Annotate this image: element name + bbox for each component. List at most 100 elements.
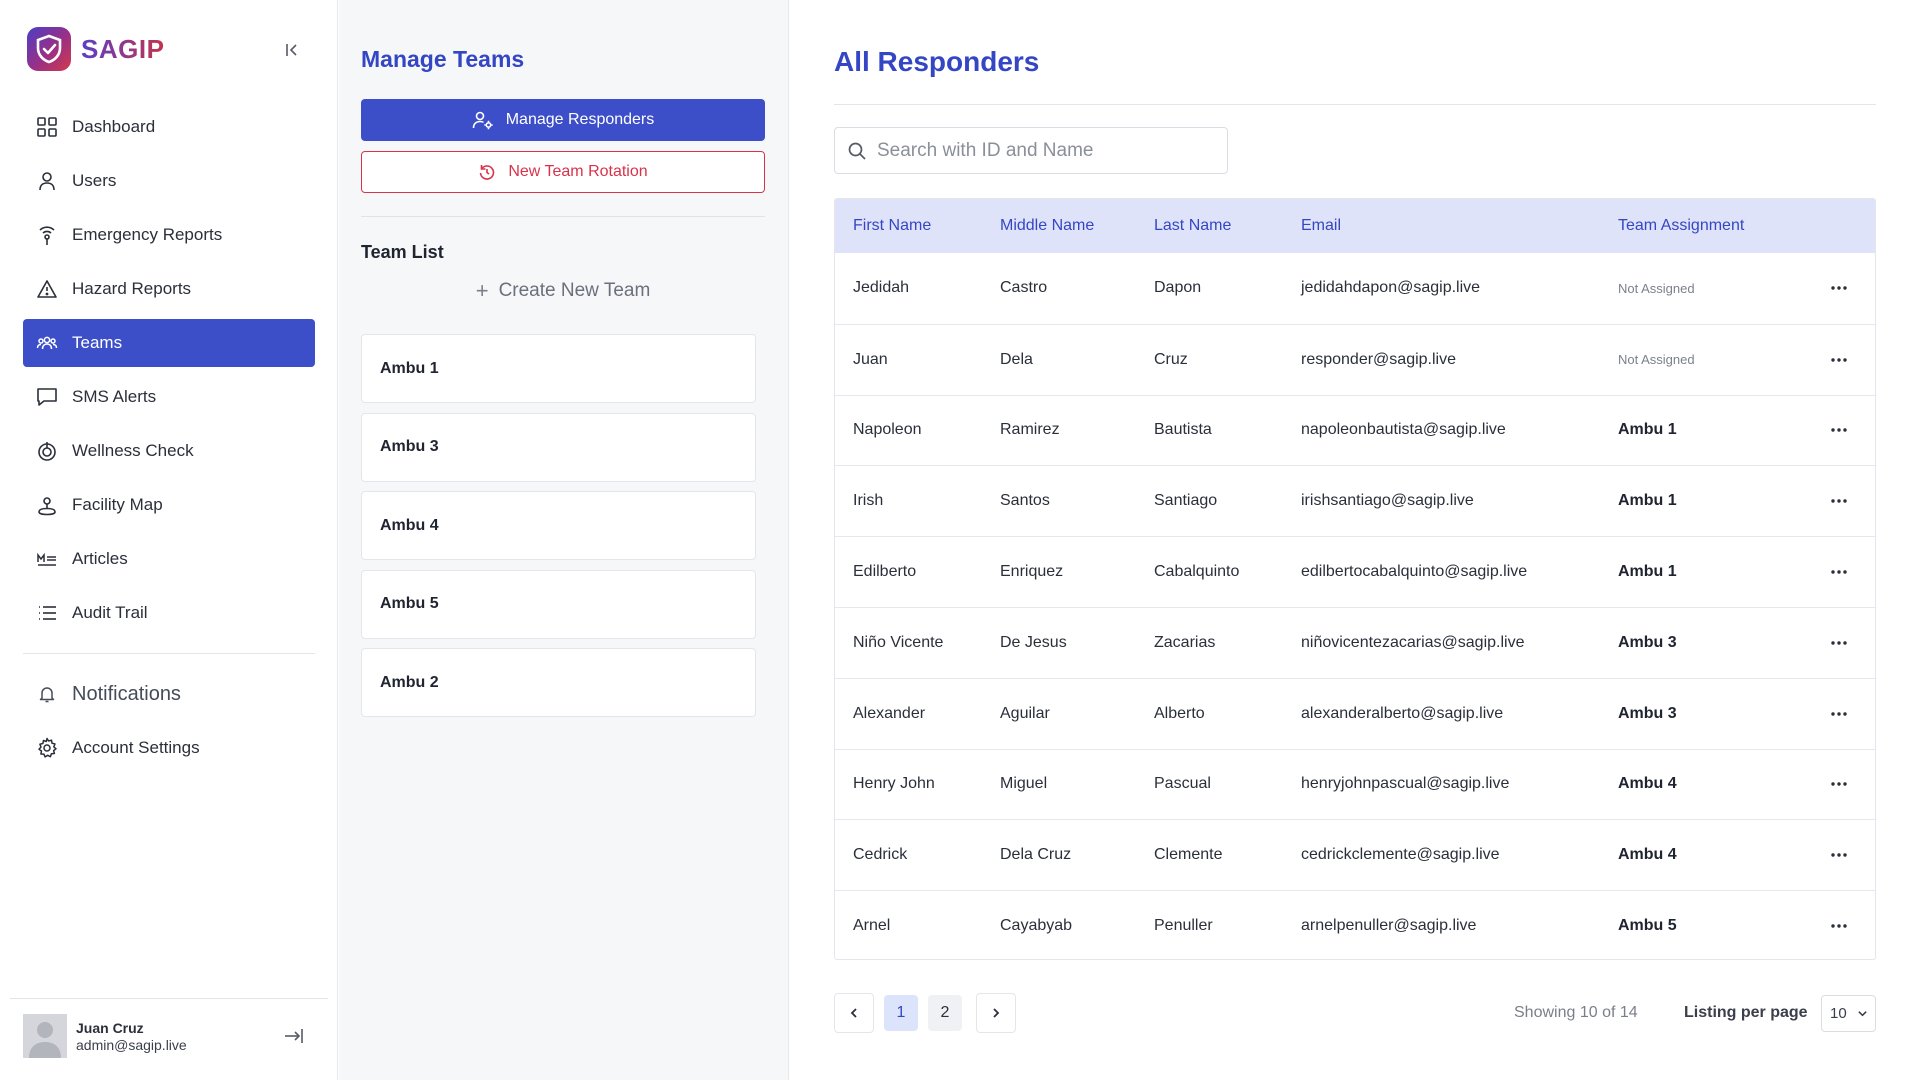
last-name-cell: Santiago	[1154, 492, 1218, 510]
email-cell: alexanderalberto@sagip.live	[1301, 704, 1504, 722]
create-new-team-button[interactable]: + Create New Team	[361, 276, 765, 306]
user-icon	[35, 169, 59, 193]
last-name-cell: Pascual	[1154, 775, 1211, 793]
search-input[interactable]	[877, 139, 1217, 162]
column-header-middle-name[interactable]: Middle Name	[1000, 217, 1094, 235]
shield-logo-icon	[27, 27, 71, 71]
sidebar-nav: Dashboard Users Emergency Reports Hazard…	[23, 103, 315, 643]
table-row[interactable]: Niño Vicente De Jesus Zacarias niñovicentez…	[835, 606, 1875, 678]
table-row[interactable]: Edilberto Enriquez Cabalquinto edilbertocab…	[835, 536, 1875, 607]
sidebar-item-facility-map[interactable]: Facility Map	[23, 481, 315, 529]
team-card[interactable]: Ambu 4	[361, 491, 756, 560]
responders-table: First Name Middle Name Last Name Email T…	[834, 198, 1876, 960]
column-header-first-name[interactable]: First Name	[853, 217, 931, 235]
sidebar-item-users[interactable]: Users	[23, 157, 315, 205]
chevron-down-icon	[1857, 1008, 1868, 1019]
page-button-1[interactable]: 1	[884, 995, 918, 1031]
search-icon	[847, 141, 867, 161]
more-options-icon[interactable]	[1825, 633, 1853, 653]
brand-name: SAGIP	[81, 33, 165, 64]
sidebar-item-audit-trail[interactable]: Audit Trail	[23, 589, 315, 637]
collapse-sidebar-icon[interactable]	[280, 38, 304, 62]
user-info: Juan Cruz admin@sagip.live	[76, 1020, 187, 1053]
sidebar-item-label: SMS Alerts	[72, 387, 157, 406]
more-options-icon[interactable]	[1825, 350, 1853, 370]
new-team-rotation-button[interactable]: New Team Rotation	[361, 151, 765, 193]
last-name-cell: Clemente	[1154, 846, 1223, 864]
more-options-icon[interactable]	[1825, 704, 1853, 724]
table-body: Jedidah Castro Dapon jedidahdapon@sagip.liv…	[835, 253, 1875, 959]
table-row[interactable]: Alexander Aguilar Alberto alexanderalberto@…	[835, 677, 1875, 749]
sidebar-item-label: Notifications	[72, 682, 181, 705]
table-row[interactable]: Juan Dela Cruz responder@sagip.live Not Assi…	[835, 323, 1875, 395]
more-options-icon[interactable]	[1825, 278, 1853, 298]
page-button-2[interactable]: 2	[928, 995, 962, 1031]
more-options-icon[interactable]	[1825, 774, 1853, 794]
brand[interactable]: SAGIP	[27, 27, 164, 71]
per-page-select[interactable]: 10	[1821, 995, 1876, 1032]
team-card[interactable]: Ambu 5	[361, 569, 756, 639]
logout-icon[interactable]	[281, 1024, 305, 1048]
sidebar-item-label: Hazard Reports	[72, 279, 192, 298]
pagination: 1 2	[834, 993, 1016, 1033]
more-options-icon[interactable]	[1825, 845, 1853, 865]
table-row[interactable]: Napoleon Ramirez Bautista napoleonbautista@…	[835, 394, 1875, 466]
more-options-icon[interactable]	[1825, 916, 1853, 936]
sidebar-item-wellness-check[interactable]: Wellness Check	[23, 427, 315, 475]
email-cell: henryjohnpascual@sagip.live	[1301, 775, 1510, 793]
sidebar-item-hazard-reports[interactable]: Hazard Reports	[23, 265, 315, 313]
map-pin-icon	[35, 493, 59, 517]
sidebar-item-articles[interactable]: Articles	[23, 535, 315, 583]
previous-page-button[interactable]	[834, 993, 874, 1033]
listing-per-page-label: Listing per page	[1684, 1004, 1808, 1021]
team-card[interactable]: Ambu 1	[361, 334, 756, 403]
last-name-cell: Alberto	[1154, 704, 1205, 722]
sidebar-item-notifications[interactable]: Notifications	[23, 667, 315, 721]
column-header-email[interactable]: Email	[1301, 217, 1341, 235]
sidebar-item-dashboard[interactable]: Dashboard	[23, 103, 315, 151]
more-options-icon[interactable]	[1825, 420, 1853, 440]
manage-teams-panel: Manage Teams Manage Responders New Team …	[339, 0, 789, 1080]
first-name-cell: Edilberto	[853, 563, 917, 581]
table-row[interactable]: Arnel Cayabyab Penuller arnelpenuller@sagip…	[835, 890, 1875, 959]
page-title: All Responders	[834, 46, 1040, 77]
column-header-team-assignment[interactable]: Team Assignment	[1618, 217, 1744, 235]
middle-name-cell: Ramirez	[1000, 421, 1060, 439]
user-email: admin@sagip.live	[76, 1036, 187, 1053]
table-row[interactable]: Irish Santos Santiago irishsantiago@sagip.l…	[835, 465, 1875, 536]
emergency-signal-icon	[35, 223, 59, 247]
column-header-last-name[interactable]: Last Name	[1154, 217, 1231, 235]
middle-name-cell: Castro	[1000, 279, 1048, 297]
team-card[interactable]: Ambu 3	[361, 412, 756, 482]
first-name-cell: Napoleon	[853, 421, 922, 439]
title-divider	[834, 104, 1876, 105]
table-row[interactable]: Cedrick Dela Cruz Clemente cedrickclemente@…	[835, 819, 1875, 890]
sidebar-item-label: Teams	[72, 333, 123, 352]
middle-name-cell: Enriquez	[1000, 563, 1064, 581]
next-page-button[interactable]	[976, 993, 1016, 1033]
last-name-cell: Cabalquinto	[1154, 563, 1240, 581]
sidebar-item-teams[interactable]: Teams	[23, 319, 315, 367]
sidebar-item-emergency-reports[interactable]: Emergency Reports	[23, 211, 315, 259]
user-card: Juan Cruz admin@sagip.live	[23, 1013, 315, 1059]
rotate-icon	[478, 163, 496, 181]
middle-name-cell: Miguel	[1000, 775, 1048, 793]
more-options-icon[interactable]	[1825, 491, 1853, 511]
team-card[interactable]: Ambu 2	[361, 648, 756, 717]
manage-responders-button[interactable]: Manage Responders	[361, 99, 765, 141]
first-name-cell: Arnel	[853, 917, 891, 935]
more-options-icon[interactable]	[1825, 562, 1853, 582]
last-name-cell: Cruz	[1154, 350, 1188, 368]
sidebar-item-label: Users	[72, 171, 117, 190]
sidebar-item-label: Wellness Check	[72, 441, 194, 460]
table-row[interactable]: Henry John Miguel Pascual henryjohnpascual@…	[835, 748, 1875, 820]
team-assignment-cell: Ambu 4	[1618, 846, 1677, 864]
sidebar-item-account-settings[interactable]: Account Settings	[23, 721, 315, 775]
team-list: Ambu 1 Ambu 3 Ambu 4 Ambu 5 Ambu 2	[361, 334, 756, 727]
table-row[interactable]: Jedidah Castro Dapon jedidahdapon@sagip.liv…	[835, 253, 1875, 324]
sidebar-item-label: Account Settings	[72, 738, 200, 757]
email-cell: napoleonbautista@sagip.live	[1301, 421, 1506, 439]
sidebar-item-sms-alerts[interactable]: SMS Alerts	[23, 373, 315, 421]
email-cell: arnelpenuller@sagip.live	[1301, 917, 1477, 935]
panel-title: Manage Teams	[361, 46, 525, 72]
